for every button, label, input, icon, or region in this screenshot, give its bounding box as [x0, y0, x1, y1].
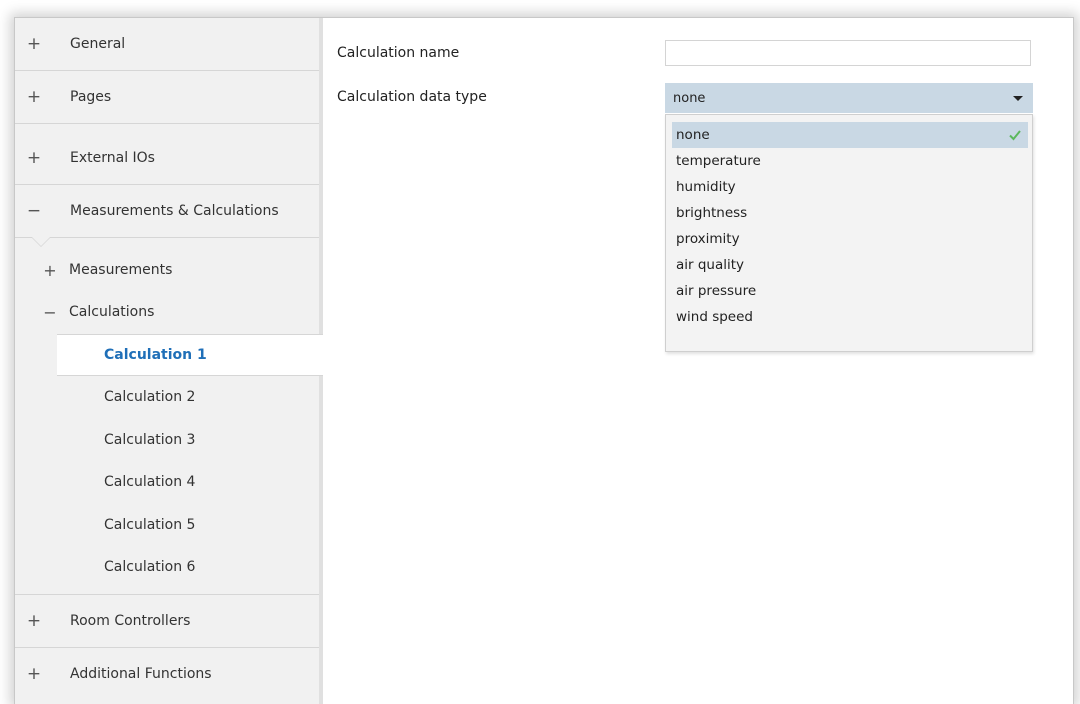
expand-icon: +: [43, 260, 57, 280]
sidebar-item-calculation-5[interactable]: Calculation 5: [57, 504, 319, 546]
option-brightness[interactable]: brightness: [672, 200, 1028, 226]
sidebar-item-calculation-1[interactable]: Calculation 1: [57, 334, 325, 376]
sidebar-group-label: External IOs: [70, 150, 155, 166]
option-label: humidity: [676, 179, 736, 195]
option-wind-speed[interactable]: wind speed: [672, 304, 1028, 330]
option-air-quality[interactable]: air quality: [672, 252, 1028, 278]
sidebar-item-label: Calculation 5: [104, 517, 196, 533]
sidebar-item-calculation-3[interactable]: Calculation 3: [57, 419, 319, 461]
option-proximity[interactable]: proximity: [672, 226, 1028, 252]
option-label: temperature: [676, 153, 761, 169]
sidebar-group-external-ios[interactable]: + External IOs: [15, 132, 319, 185]
sidebar: + General + Pages + External IOs − Measu…: [15, 18, 325, 704]
sidebar-item-label: Calculation 6: [104, 559, 196, 575]
sidebar-item-calculations[interactable]: − Calculations: [15, 291, 319, 333]
calculation-name-label: Calculation name: [337, 45, 460, 61]
sidebar-group-measurements-calculations[interactable]: − Measurements & Calculations: [15, 185, 319, 238]
select-value: none: [673, 90, 706, 106]
sidebar-item-calculation-6[interactable]: Calculation 6: [57, 546, 319, 588]
sidebar-group-additional-functions[interactable]: + Additional Functions: [15, 648, 319, 700]
collapse-icon: −: [26, 201, 42, 221]
group-notch-fill: [32, 237, 50, 246]
check-icon: [1009, 130, 1021, 141]
sidebar-item-label: Calculation 1: [104, 347, 207, 363]
calculation-data-type-label: Calculation data type: [337, 89, 487, 105]
collapse-icon: −: [43, 302, 57, 322]
sidebar-group-room-controllers[interactable]: + Room Controllers: [15, 594, 319, 648]
option-label: proximity: [676, 231, 740, 247]
expand-icon: +: [26, 34, 42, 54]
expand-icon: +: [26, 148, 42, 168]
sidebar-item-label: Measurements: [69, 262, 173, 278]
sidebar-item-calculation-2[interactable]: Calculation 2: [57, 376, 319, 418]
expand-icon: +: [26, 664, 42, 684]
option-air-pressure[interactable]: air pressure: [672, 278, 1028, 304]
option-temperature[interactable]: temperature: [672, 148, 1028, 174]
sidebar-item-label: Calculations: [69, 304, 155, 320]
sidebar-group-label: Measurements & Calculations: [70, 203, 279, 219]
sidebar-item-calculation-4[interactable]: Calculation 4: [57, 461, 319, 503]
option-none[interactable]: none: [672, 122, 1028, 148]
option-label: none: [676, 127, 710, 143]
sidebar-item-measurements[interactable]: + Measurements: [15, 249, 319, 291]
data-type-dropdown-list: none temperature humidity brightness pro…: [665, 114, 1033, 352]
chevron-down-icon: [1013, 95, 1023, 101]
expand-icon: +: [26, 611, 42, 631]
calculation-data-type-select[interactable]: none: [665, 83, 1033, 113]
calculation-name-input[interactable]: [665, 40, 1031, 66]
sidebar-item-label: Calculation 2: [104, 389, 196, 405]
main-panel: Calculation name Calculation data type n…: [323, 18, 1073, 704]
sidebar-group-label: Pages: [70, 89, 112, 105]
sidebar-group-label: General: [70, 36, 126, 52]
sidebar-item-label: Calculation 4: [104, 474, 196, 490]
sidebar-group-general[interactable]: + General: [15, 18, 319, 71]
option-humidity[interactable]: humidity: [672, 174, 1028, 200]
option-label: air pressure: [676, 283, 757, 299]
option-label: wind speed: [676, 309, 753, 325]
option-label: brightness: [676, 205, 748, 221]
sidebar-group-label: Room Controllers: [70, 613, 191, 629]
sidebar-item-label: Calculation 3: [104, 432, 196, 448]
window: + General + Pages + External IOs − Measu…: [14, 17, 1074, 704]
option-label: air quality: [676, 257, 745, 273]
sidebar-group-pages[interactable]: + Pages: [15, 71, 319, 124]
sidebar-group-label: Additional Functions: [70, 666, 212, 682]
expand-icon: +: [26, 87, 42, 107]
